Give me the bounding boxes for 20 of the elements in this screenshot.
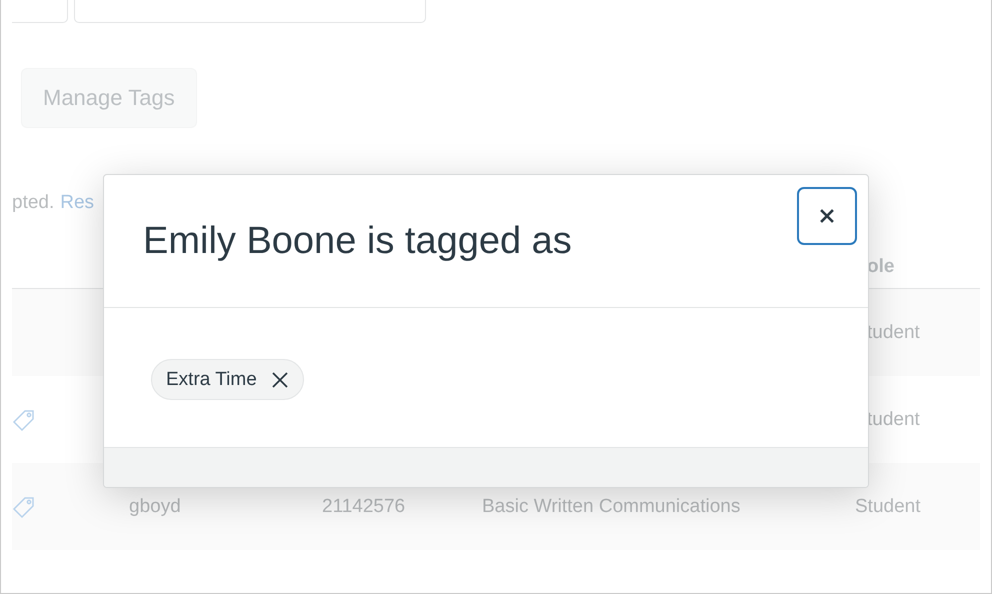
table-cell: gboyd — [129, 496, 181, 516]
notice-link[interactable]: Res — [60, 191, 94, 215]
table-cell: tudent — [867, 322, 920, 342]
table-cell: 21142576 — [322, 496, 406, 516]
input-field[interactable] — [74, 0, 426, 23]
close-button[interactable] — [797, 187, 857, 245]
modal-title: Emily Boone is tagged as — [143, 220, 572, 262]
table-cell: Basic Written Communications — [482, 496, 740, 516]
table-cell: tudent — [867, 408, 920, 430]
column-header: ole — [867, 255, 896, 279]
table-cell: Student — [855, 496, 920, 516]
tag-label: Extra Time — [166, 368, 257, 390]
close-icon — [819, 208, 835, 224]
tag-chip[interactable]: Extra Time — [151, 359, 304, 400]
notice-text: pted. — [12, 191, 54, 215]
input-field[interactable] — [12, 0, 68, 23]
manage-tags-button[interactable]: Manage Tags — [21, 68, 197, 128]
remove-icon[interactable] — [270, 370, 289, 388]
tag-icon[interactable] — [12, 494, 36, 518]
tag-icon[interactable] — [12, 408, 36, 432]
